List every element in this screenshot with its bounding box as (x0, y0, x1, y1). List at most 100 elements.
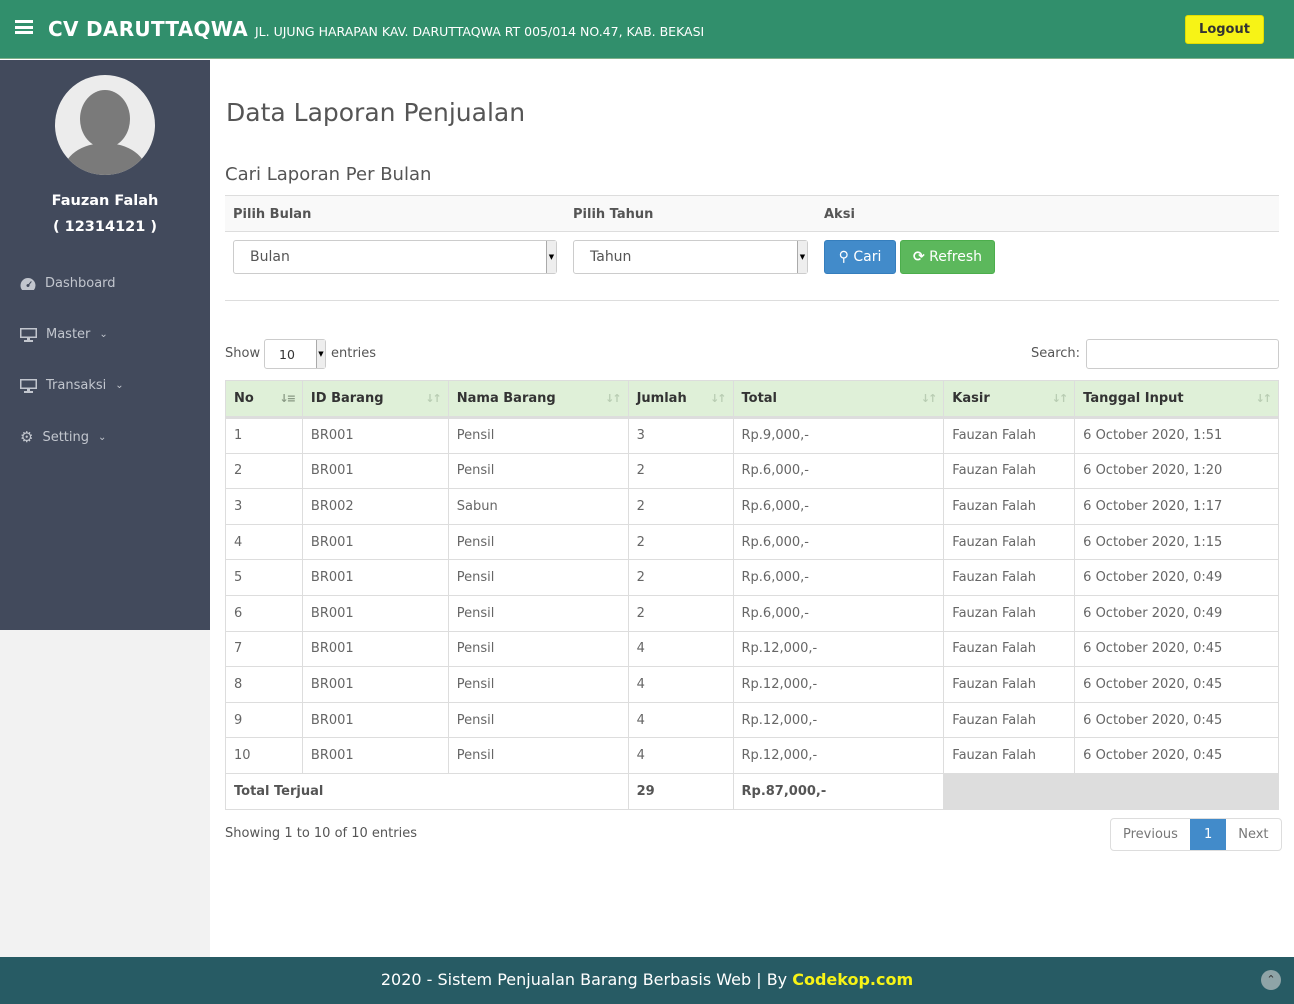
footer-text: 2020 - Sistem Penjualan Barang Berbasis … (380, 970, 793, 989)
table-cell: Rp.9,000,- (732, 417, 945, 454)
table-cell: BR001 (301, 523, 449, 561)
table-cell: Sabun (447, 488, 629, 525)
table-cell: BR001 (301, 737, 449, 774)
table-cell: 6 (225, 594, 303, 632)
column-header-label: Kasir (952, 391, 990, 406)
column-header-jumlah[interactable]: Jumlah ↓↑ (627, 380, 734, 419)
sidebar-item-label: Setting (42, 429, 90, 445)
table-cell: BR001 (301, 417, 449, 454)
table-cell: Pensil (447, 417, 629, 454)
year-select[interactable]: Tahun ▼ (573, 240, 808, 274)
page-1-button[interactable]: 1 (1189, 819, 1227, 850)
month-select[interactable]: Bulan ▼ (233, 240, 557, 274)
table-cell: 3 (225, 488, 303, 525)
next-page-button[interactable]: Next (1226, 819, 1280, 850)
table-cell: 6 October 2020, 0:45 (1074, 630, 1279, 668)
table-row: 4 BR001 Pensil 2 Rp.6,000,- Fauzan Falah 6 Oct… (225, 523, 1279, 561)
dropdown-arrow-icon: ▼ (316, 340, 325, 368)
scroll-to-top-button[interactable]: ⌃ (1261, 970, 1281, 990)
column-header-label: Tanggal Input (1083, 391, 1184, 406)
sidebar-item-label: Master (46, 327, 91, 342)
gear-icon: ⚙ (20, 428, 34, 446)
table-cell: Pensil (447, 737, 629, 774)
search-button[interactable]: ⚲ Cari (824, 240, 896, 274)
table-cell: BR001 (301, 701, 449, 739)
search-icon: ⚲ (838, 249, 849, 265)
brand-title[interactable]: CV DARUTTAQWA (48, 17, 248, 41)
dropdown-arrow-icon: ▼ (797, 241, 807, 273)
search-label: Search: (1031, 346, 1081, 361)
column-header-no[interactable]: No ↓≡ (225, 380, 303, 419)
previous-page-button[interactable]: Previous (1111, 819, 1190, 850)
table-row: 8 BR001 Pensil 4 Rp.12,000,- Fauzan Falah 6 Oc… (225, 666, 1279, 703)
table-cell: BR001 (301, 559, 449, 596)
table-cell: Rp.12,000,- (732, 630, 945, 668)
table-cell: Fauzan Falah (943, 630, 1076, 668)
table-cell: Pensil (447, 701, 629, 739)
table-cell: 3 (627, 417, 734, 454)
table-row: 1 BR001 Pensil 3 Rp.9,000,- Fauzan Falah 6 Oct… (225, 417, 1279, 454)
sidebar: Fauzan Falah ( 12314121 ) Dashboard Mast… (0, 60, 210, 630)
table-row: 9 BR001 Pensil 4 Rp.12,000,- Fauzan Falah 6 Oc… (225, 701, 1279, 739)
table-cell: Fauzan Falah (943, 488, 1076, 525)
chevron-down-icon: ⌄ (99, 329, 108, 340)
table-cell: Fauzan Falah (943, 559, 1076, 596)
sidebar-item-setting[interactable]: ⚙ Setting ⌄ (20, 428, 106, 446)
year-label: Pilih Tahun (573, 207, 654, 222)
table-search-input[interactable] (1086, 339, 1279, 369)
table-cell: Fauzan Falah (943, 452, 1076, 490)
refresh-button[interactable]: ⟳ Refresh (900, 240, 995, 274)
table-cell: 2 (627, 594, 734, 632)
sidebar-item-label: Transaksi (46, 378, 107, 393)
sidebar-item-master[interactable]: Master ⌄ (20, 327, 108, 342)
table-row: 6 BR001 Pensil 2 Rp.6,000,- Fauzan Falah 6 Oct… (225, 594, 1279, 632)
column-header-label: No (234, 391, 254, 406)
table-cell: 4 (627, 666, 734, 703)
user-id: ( 12314121 ) (52, 219, 158, 235)
refresh-icon: ⟳ (912, 249, 925, 265)
table-cell: Rp.12,000,- (732, 666, 945, 703)
sort-icon: ↓↑ (1051, 392, 1069, 405)
company-address: JL. UJUNG HARAPAN KAV. DARUTTAQWA RT 005… (255, 24, 705, 39)
hamburger-menu-icon[interactable] (15, 20, 33, 34)
table-cell: Fauzan Falah (943, 666, 1076, 703)
table-cell: 6 October 2020, 1:20 (1074, 452, 1279, 490)
sort-icon: ↓↑ (605, 392, 622, 405)
table-cell: Pensil (447, 594, 629, 632)
table-cell: 6 October 2020, 0:49 (1074, 594, 1279, 632)
entries-label: entries (331, 346, 377, 361)
action-label: Aksi (824, 207, 855, 222)
filter-form: Pilih Bulan Pilih Tahun Aksi Bulan ▼ Tahu… (225, 195, 1279, 301)
footer-link[interactable]: Codekop.com (792, 970, 913, 989)
table-cell: 6 October 2020, 0:45 (1074, 737, 1279, 774)
column-header-id-barang[interactable]: ID Barang ↓↑ (301, 380, 449, 419)
total-label: Total Terjual (225, 772, 629, 810)
column-header-total[interactable]: Total ↓↑ (732, 380, 945, 419)
column-header-label: Total (741, 391, 778, 406)
page-title: Data Laporan Penjualan (226, 98, 526, 127)
table-cell: BR001 (301, 594, 449, 632)
table-cell: BR002 (301, 488, 449, 525)
user-name: Fauzan Falah (51, 193, 159, 209)
chevron-down-icon: ⌄ (115, 380, 124, 391)
dropdown-arrow-icon: ▼ (546, 241, 556, 273)
column-header-kasir[interactable]: Kasir ↓↑ (943, 380, 1076, 419)
section-title: Cari Laporan Per Bulan (225, 164, 432, 185)
sort-ascending-icon: ↓≡ (279, 392, 296, 405)
top-navbar: CV DARUTTAQWA JL. UJUNG HARAPAN KAV. DAR… (0, 0, 1294, 59)
logout-button[interactable]: Logout (1185, 15, 1264, 44)
table-cell: Fauzan Falah (943, 523, 1076, 561)
table-cell: 6 October 2020, 0:45 (1074, 666, 1279, 703)
desktop-icon (20, 378, 37, 393)
sidebar-item-dashboard[interactable]: Dashboard (20, 276, 116, 291)
column-header-nama-barang[interactable]: Nama Barang ↓↑ (447, 380, 629, 419)
table-row: 3 BR002 Sabun 2 Rp.6,000,- Fauzan Falah 6 Octo… (225, 488, 1279, 525)
column-header-tanggal-input[interactable]: Tanggal Input ↓↑ (1074, 380, 1279, 419)
table-row: 7 BR001 Pensil 4 Rp.12,000,- Fauzan Falah 6 Oc… (225, 630, 1279, 668)
avatar (55, 75, 155, 175)
sidebar-item-transaksi[interactable]: Transaksi ⌄ (20, 378, 124, 393)
table-cell: Fauzan Falah (943, 737, 1076, 774)
table-cell: 9 (225, 701, 303, 739)
entries-length-select[interactable]: 10 ▼ (264, 339, 326, 369)
table-cell: 6 October 2020, 1:17 (1074, 488, 1279, 525)
